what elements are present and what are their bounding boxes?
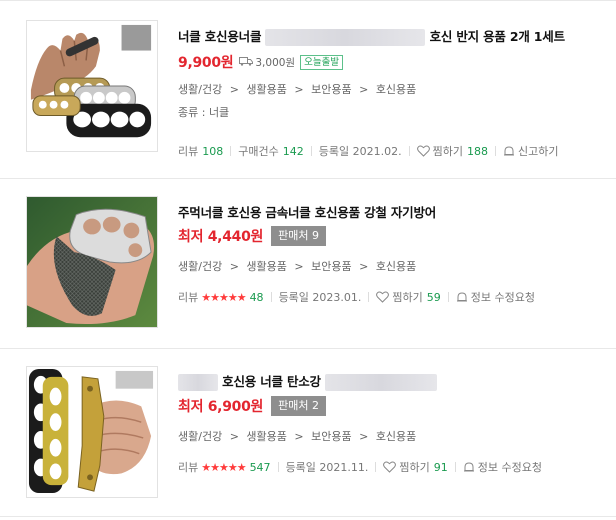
divider: [447, 292, 449, 302]
review-count[interactable]: 108: [202, 145, 223, 158]
product-meta: 리뷰 ★★★★★ 48 등록일 2023.01. 찜하기 59 정보 수정요청: [178, 289, 535, 305]
blurred-text: [265, 29, 426, 46]
registration-date: 등록일 2023.01.: [278, 291, 362, 304]
wish-count: 91: [433, 460, 448, 474]
category-link[interactable]: 생활/건강: [178, 83, 222, 96]
category-link[interactable]: 생활용품: [246, 83, 286, 96]
knuckle-in-hand-image: [27, 197, 157, 327]
truck-icon: [239, 56, 254, 69]
category-link[interactable]: 보안용품: [311, 260, 351, 273]
blurred-text: [325, 374, 438, 391]
price: 9,900원: [178, 55, 234, 71]
divider: [277, 462, 279, 472]
seller-count-badge[interactable]: 판매처 2: [271, 396, 326, 416]
product-thumbnail[interactable]: [26, 196, 158, 328]
product-thumbnail[interactable]: [26, 366, 158, 498]
product-title[interactable]: 너클 호신용너클 호신 반지 용품 2개 1세트: [178, 26, 565, 46]
divider: [0, 348, 616, 349]
divider: [0, 178, 616, 179]
category-link[interactable]: 생활/건강: [178, 260, 222, 273]
category-path: 생활/건강 > 생활용품 > 보안용품 > 호신용품: [178, 81, 416, 97]
report-button[interactable]: 신고하기: [518, 143, 558, 159]
divider: [494, 146, 496, 156]
category-separator: >: [359, 430, 369, 443]
title-middle: 호신용 너클 탄소강: [222, 374, 321, 389]
review-label[interactable]: 리뷰: [178, 289, 198, 305]
divider: [270, 292, 272, 302]
category-separator: >: [359, 83, 369, 96]
category-path: 생활/건강 > 생활용품 > 보안용품 > 호신용품: [178, 428, 416, 444]
divider: [310, 146, 312, 156]
category-link[interactable]: 보안용품: [311, 83, 351, 96]
review-label[interactable]: 리뷰: [178, 143, 198, 159]
shipping-fee-value: 3,000원: [255, 56, 296, 69]
divider: [375, 462, 377, 472]
category-link[interactable]: 보안용품: [311, 430, 351, 443]
category-separator: >: [294, 83, 304, 96]
divider: [368, 292, 370, 302]
brass-knuckles-image: [27, 21, 157, 151]
divider: [0, 516, 616, 517]
review-count[interactable]: 547: [250, 461, 271, 474]
registration-date: 등록일 2021.02.: [318, 145, 402, 158]
product-title[interactable]: 주먹너클 호신용 금속너클 호신용품 강철 자기방어: [178, 202, 436, 221]
divider: [408, 146, 410, 156]
product-meta: 리뷰 108 구매건수 142 등록일 2021.02. 찜하기 188 신고하…: [178, 143, 558, 159]
blurred-text: [178, 374, 218, 391]
category-link[interactable]: 호신용품: [376, 260, 416, 273]
today-dispatch-badge: 오늘출발: [300, 54, 344, 70]
category-separator: >: [359, 260, 369, 273]
lowest-price: 최저 4,440원: [178, 229, 264, 245]
wish-label[interactable]: 찜하기: [399, 459, 429, 475]
carbon-knuckle-image: [27, 367, 157, 497]
category-path: 생활/건강 > 생활용품 > 보안용품 > 호신용품: [178, 258, 416, 274]
product-title[interactable]: 호신용 너클 탄소강: [178, 371, 438, 391]
heart-icon[interactable]: [376, 291, 390, 303]
category-link[interactable]: 호신용품: [376, 83, 416, 96]
divider: [454, 462, 456, 472]
category-separator: >: [229, 430, 239, 443]
review-count[interactable]: 48: [250, 291, 264, 304]
category-link[interactable]: 생활용품: [246, 260, 286, 273]
review-label[interactable]: 리뷰: [178, 459, 198, 475]
category-separator: >: [294, 260, 304, 273]
shipping-fee: 3,000원: [239, 55, 295, 70]
product-meta: 리뷰 ★★★★★ 547 등록일 2021.11. 찜하기 91 정보 수정요청: [178, 459, 542, 475]
wish-label[interactable]: 찜하기: [392, 289, 422, 305]
wish-count: 59: [426, 290, 441, 304]
bell-icon[interactable]: [456, 291, 468, 303]
category-link[interactable]: 생활용품: [246, 430, 286, 443]
category-link[interactable]: 생활/건강: [178, 430, 222, 443]
category-separator: >: [229, 83, 239, 96]
registration-date: 등록일 2021.11.: [285, 461, 369, 474]
heart-icon[interactable]: [383, 461, 397, 473]
purchase-label: 구매건수: [238, 145, 279, 158]
category-separator: >: [229, 260, 239, 273]
bell-icon[interactable]: [503, 145, 515, 157]
edit-request-button[interactable]: 정보 수정요청: [478, 459, 542, 475]
wish-label[interactable]: 찜하기: [433, 143, 463, 159]
purchase-count: 142: [282, 144, 304, 158]
seller-count-badge[interactable]: 판매처 9: [271, 226, 326, 246]
bell-icon[interactable]: [463, 461, 475, 473]
product-thumbnail[interactable]: [26, 20, 158, 152]
category-link[interactable]: 호신용품: [376, 430, 416, 443]
edit-request-button[interactable]: 정보 수정요청: [471, 289, 535, 305]
price-row: 최저 6,900원 판매처 2: [178, 396, 326, 416]
lowest-price: 최저 6,900원: [178, 399, 264, 415]
product-kind: 종류 : 너클: [178, 106, 230, 119]
category-separator: >: [294, 430, 304, 443]
price-row: 최저 4,440원 판매처 9: [178, 226, 326, 246]
divider: [0, 0, 616, 1]
price-row: 9,900원 3,000원 오늘출발: [178, 52, 344, 72]
wish-count: 188: [466, 144, 488, 158]
heart-icon[interactable]: [416, 145, 430, 157]
divider: [230, 146, 232, 156]
rating-stars: ★★★★★: [201, 460, 246, 474]
title-prefix: 너클 호신용너클: [178, 29, 262, 44]
rating-stars: ★★★★★: [201, 290, 246, 304]
title-suffix: 호신 반지 용품 2개 1세트: [429, 29, 566, 44]
